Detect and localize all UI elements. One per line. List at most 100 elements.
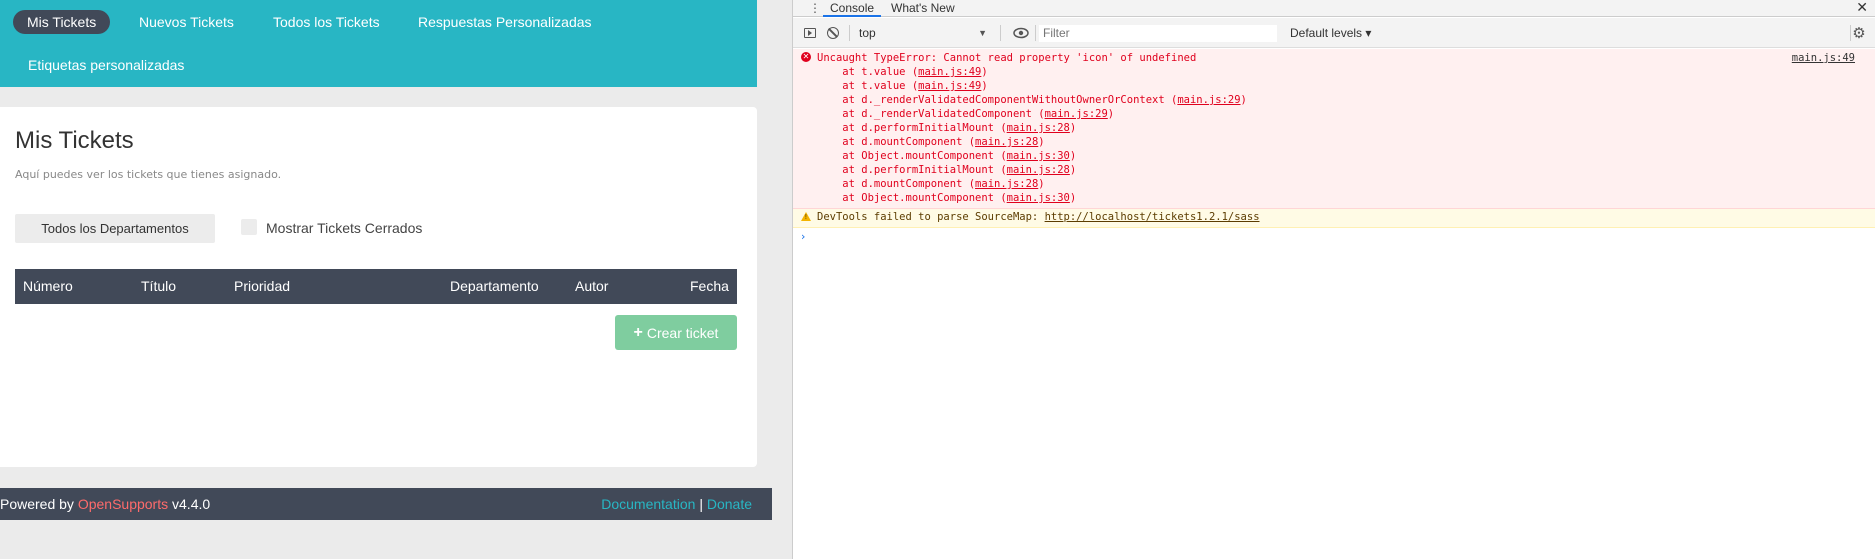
clear-console-icon[interactable] xyxy=(824,24,842,42)
footer-links: Documentation | Donate xyxy=(601,488,752,520)
screen: Mis Tickets Nuevos Tickets Todos los Tic… xyxy=(0,0,1875,559)
stack-frame: at t.value (main.js:49) xyxy=(817,79,988,93)
footer: Powered by OpenSupports v4.4.0 Documenta… xyxy=(0,488,772,520)
devtools-close-icon[interactable]: ✕ xyxy=(1856,0,1868,16)
stack-frame-text: at d._renderValidatedComponentWithoutOwn… xyxy=(817,94,1178,106)
column-header-prioridad[interactable]: Prioridad xyxy=(234,269,290,304)
error-source-link[interactable]: main.js:49 xyxy=(1792,52,1855,64)
column-header-fecha[interactable]: Fecha xyxy=(690,269,729,304)
tab-whats-new[interactable]: What's New xyxy=(884,0,962,17)
warning-icon xyxy=(801,212,811,221)
stack-frame-close-paren: ) xyxy=(1069,164,1077,176)
department-filter-button[interactable]: Todos los Departamentos xyxy=(15,214,215,243)
show-sidebar-icon[interactable] xyxy=(801,24,819,42)
nav-item-respuestas-personalizadas[interactable]: Respuestas Personalizadas xyxy=(418,10,592,34)
stack-frame-source-link[interactable]: main.js:28 xyxy=(975,178,1038,190)
column-header-departamento[interactable]: Departamento xyxy=(450,269,539,304)
nav-item-nuevos-tickets[interactable]: Nuevos Tickets xyxy=(139,10,234,34)
console-warning-message: DevTools failed to parse SourceMap: http… xyxy=(793,209,1875,228)
stack-frame: at d._renderValidatedComponent (main.js:… xyxy=(817,107,1114,121)
stack-frame-source-link[interactable]: main.js:49 xyxy=(918,80,981,92)
stack-frame-source-link[interactable]: main.js:28 xyxy=(1007,122,1070,134)
warning-prefix: DevTools failed to parse SourceMap: xyxy=(817,211,1045,223)
warning-text: DevTools failed to parse SourceMap: http… xyxy=(817,211,1260,223)
devtools-tab-bar: ⋮ Console What's New ✕ xyxy=(793,0,1875,17)
context-selector[interactable]: top ▼ xyxy=(857,24,987,42)
stack-frame-close-paren: ) xyxy=(1069,150,1077,162)
stack-frame-text: at Object.mountComponent ( xyxy=(817,192,1007,204)
column-header-autor[interactable]: Autor xyxy=(575,269,608,304)
nav-item-etiquetas-personalizadas[interactable]: Etiquetas personalizadas xyxy=(28,53,184,77)
stack-frame-source-link[interactable]: main.js:29 xyxy=(1045,108,1108,120)
stack-frame-source-link[interactable]: main.js:29 xyxy=(1177,94,1240,106)
app-viewport: Mis Tickets Nuevos Tickets Todos los Tic… xyxy=(0,0,792,559)
stack-frame-text: at t.value ( xyxy=(817,80,919,92)
stack-frame: at d._renderValidatedComponentWithoutOwn… xyxy=(817,93,1247,107)
page-description: Aquí puedes ver los tickets que tienes a… xyxy=(15,168,282,181)
stack-frame-text: at d.performInitialMount ( xyxy=(817,164,1007,176)
dropdown-caret-icon: ▼ xyxy=(978,28,987,38)
top-navbar: Mis Tickets Nuevos Tickets Todos los Tic… xyxy=(0,0,757,87)
stack-frame-source-link[interactable]: main.js:30 xyxy=(1007,192,1070,204)
console-toolbar: top ▼ Default levels ▾ ⚙ xyxy=(793,18,1875,48)
stack-frame: at d.performInitialMount (main.js:28) xyxy=(817,163,1076,177)
stack-frame: at Object.mountComponent (main.js:30) xyxy=(817,191,1076,205)
stack-frame-close-paren: ) xyxy=(1069,122,1077,134)
nav-item-mis-tickets[interactable]: Mis Tickets xyxy=(13,10,111,34)
column-header-titulo[interactable]: Título xyxy=(141,269,176,304)
footer-powered-prefix: Powered by xyxy=(0,496,74,512)
page-title: Mis Tickets xyxy=(15,127,134,154)
tickets-table-header: Número Título Prioridad Departamento Aut… xyxy=(15,269,737,304)
console-prompt[interactable]: › xyxy=(793,228,1875,246)
console-output: ✕ Uncaught TypeError: Cannot read proper… xyxy=(793,49,1875,246)
column-header-numero[interactable]: Número xyxy=(23,269,73,304)
nav-item-todos-los-tickets[interactable]: Todos los Tickets xyxy=(273,10,380,34)
create-ticket-button[interactable]: + Crear ticket xyxy=(615,315,737,350)
error-text: Uncaught TypeError: Cannot read property… xyxy=(817,52,1197,64)
stack-frame-source-link[interactable]: main.js:28 xyxy=(1007,164,1070,176)
donate-link[interactable]: Donate xyxy=(707,496,752,512)
stack-frame-close-paren: ) xyxy=(1038,136,1045,148)
documentation-link[interactable]: Documentation xyxy=(601,496,695,512)
stack-frame-source-link[interactable]: main.js:28 xyxy=(975,136,1038,148)
log-levels-dropdown[interactable]: Default levels ▾ xyxy=(1290,24,1371,42)
show-closed-checkbox[interactable] xyxy=(241,219,257,235)
stack-frame-text: at d.mountComponent ( xyxy=(817,136,976,148)
footer-powered-by: Powered by OpenSupports v4.4.0 xyxy=(0,488,210,520)
stack-frame-source-link[interactable]: main.js:30 xyxy=(1007,150,1070,162)
stack-frame: at t.value (main.js:49) xyxy=(817,65,988,79)
stack-frame-close-paren: ) xyxy=(1107,108,1115,120)
stack-frame-text: at d.mountComponent ( xyxy=(817,178,976,190)
footer-version: v4.4.0 xyxy=(172,496,211,512)
stack-frame-close-paren: ) xyxy=(1069,192,1077,204)
stack-frame-text: at d.performInitialMount ( xyxy=(817,122,1007,134)
devtools-panel: ⋮ Console What's New ✕ top ▼ Default lev… xyxy=(792,0,1875,559)
footer-separator: | xyxy=(699,496,703,512)
stack-frame-text: at t.value ( xyxy=(817,66,919,78)
console-settings-gear-icon[interactable]: ⚙ xyxy=(1850,24,1868,42)
toolbar-divider xyxy=(1000,25,1001,41)
show-closed-label[interactable]: Mostrar Tickets Cerrados xyxy=(266,220,422,236)
stack-frame: at d.mountComponent (main.js:28) xyxy=(817,177,1045,191)
footer-brand-link[interactable]: OpenSupports xyxy=(78,496,168,512)
live-expression-eye-icon[interactable] xyxy=(1012,24,1030,42)
sourcemap-url-link[interactable]: http://localhost/tickets1.2.1/sass xyxy=(1045,211,1260,223)
toolbar-divider xyxy=(1035,25,1036,41)
stack-frame-close-paren: ) xyxy=(981,80,988,92)
stack-frame: at Object.mountComponent (main.js:30) xyxy=(817,149,1076,163)
console-error-message: ✕ Uncaught TypeError: Cannot read proper… xyxy=(793,49,1875,209)
prompt-chevron-icon: › xyxy=(801,230,806,243)
plus-icon: + xyxy=(633,323,643,341)
stack-frame-close-paren: ) xyxy=(1038,178,1045,190)
console-filter-input[interactable] xyxy=(1039,25,1277,42)
stack-frame-close-paren: ) xyxy=(1240,94,1247,106)
stack-frame-close-paren: ) xyxy=(981,66,988,78)
stack-frame: at d.mountComponent (main.js:28) xyxy=(817,135,1045,149)
stack-frame-text: at d._renderValidatedComponent ( xyxy=(817,108,1045,120)
stack-frame-text: at Object.mountComponent ( xyxy=(817,150,1007,162)
tickets-panel: Mis Tickets Aquí puedes ver los tickets … xyxy=(0,107,757,467)
devtools-menu-icon[interactable]: ⋮ xyxy=(809,0,821,17)
toolbar-divider xyxy=(849,25,850,41)
tab-console[interactable]: Console xyxy=(823,0,882,17)
stack-frame-source-link[interactable]: main.js:49 xyxy=(918,66,981,78)
